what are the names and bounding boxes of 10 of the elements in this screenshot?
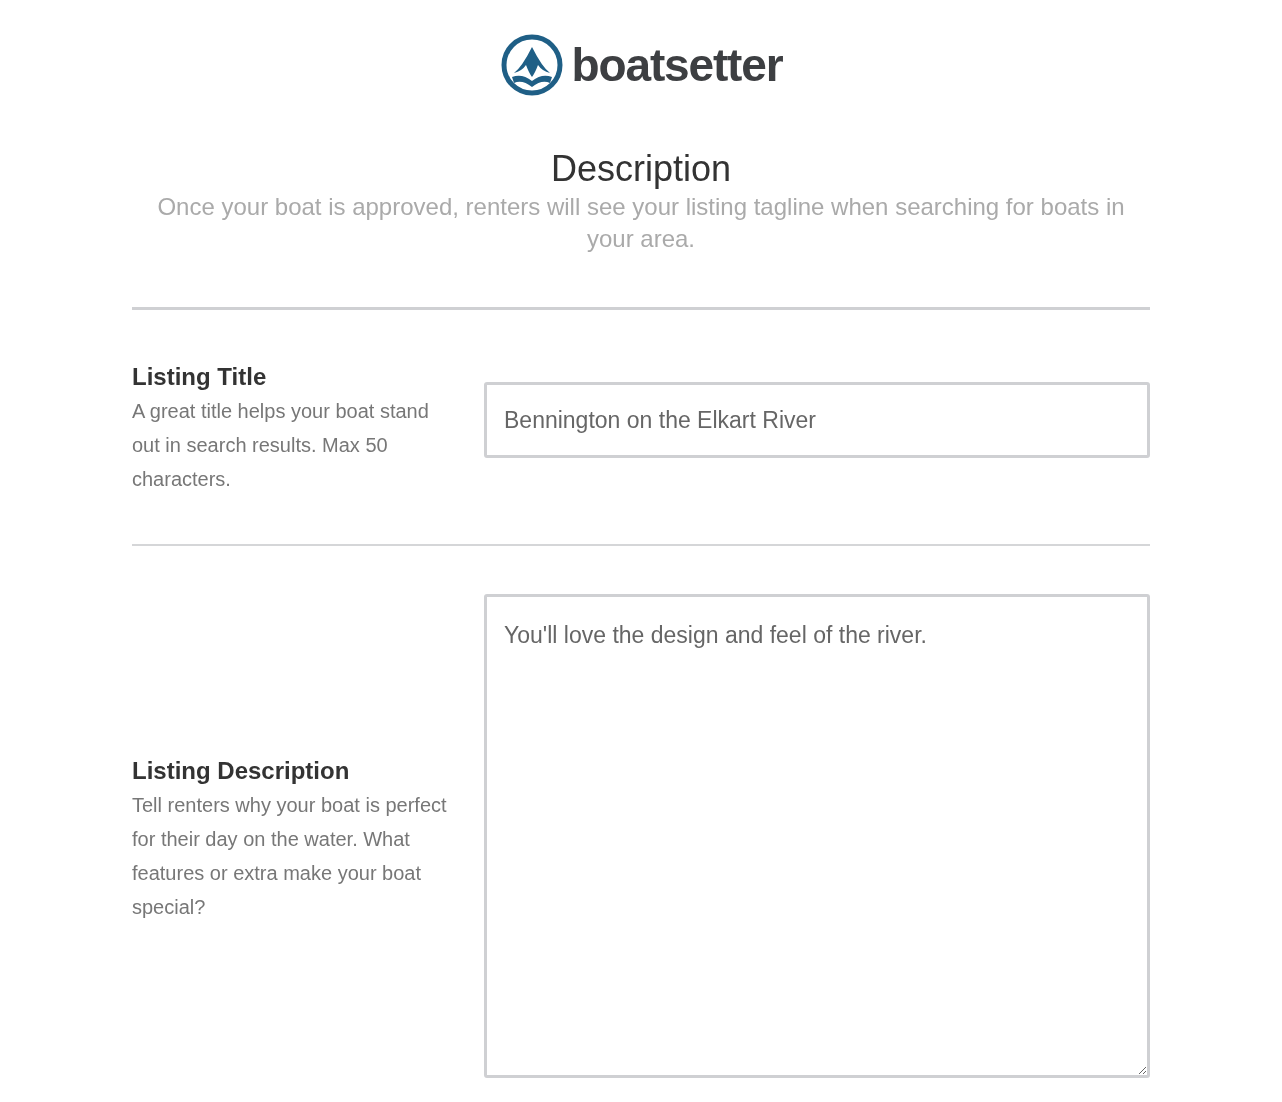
field-help-text: Tell renters why your boat is perfect for their day on the water. What features or extra make your boat special? bbox=[132, 792, 448, 920]
field-label: Listing Title bbox=[132, 362, 268, 392]
field-label: Listing Description bbox=[132, 755, 351, 786]
title-input[interactable]: Bennington on the Elkart River bbox=[484, 382, 1150, 458]
logo-wordmark: boatsetter bbox=[571, 42, 783, 88]
logo-icon bbox=[499, 33, 564, 97]
field-help-text: A great title helps your boat stand out in search results. Max 50 characters. bbox=[132, 399, 430, 492]
description-textarea[interactable]: You'll love the design and feel of the river. bbox=[484, 594, 1150, 1078]
section-subtitle: Once your boat is approved, renters will see your listing tagline when searching for boats in your area. bbox=[156, 192, 1126, 254]
section-heading: Description bbox=[550, 147, 732, 191]
